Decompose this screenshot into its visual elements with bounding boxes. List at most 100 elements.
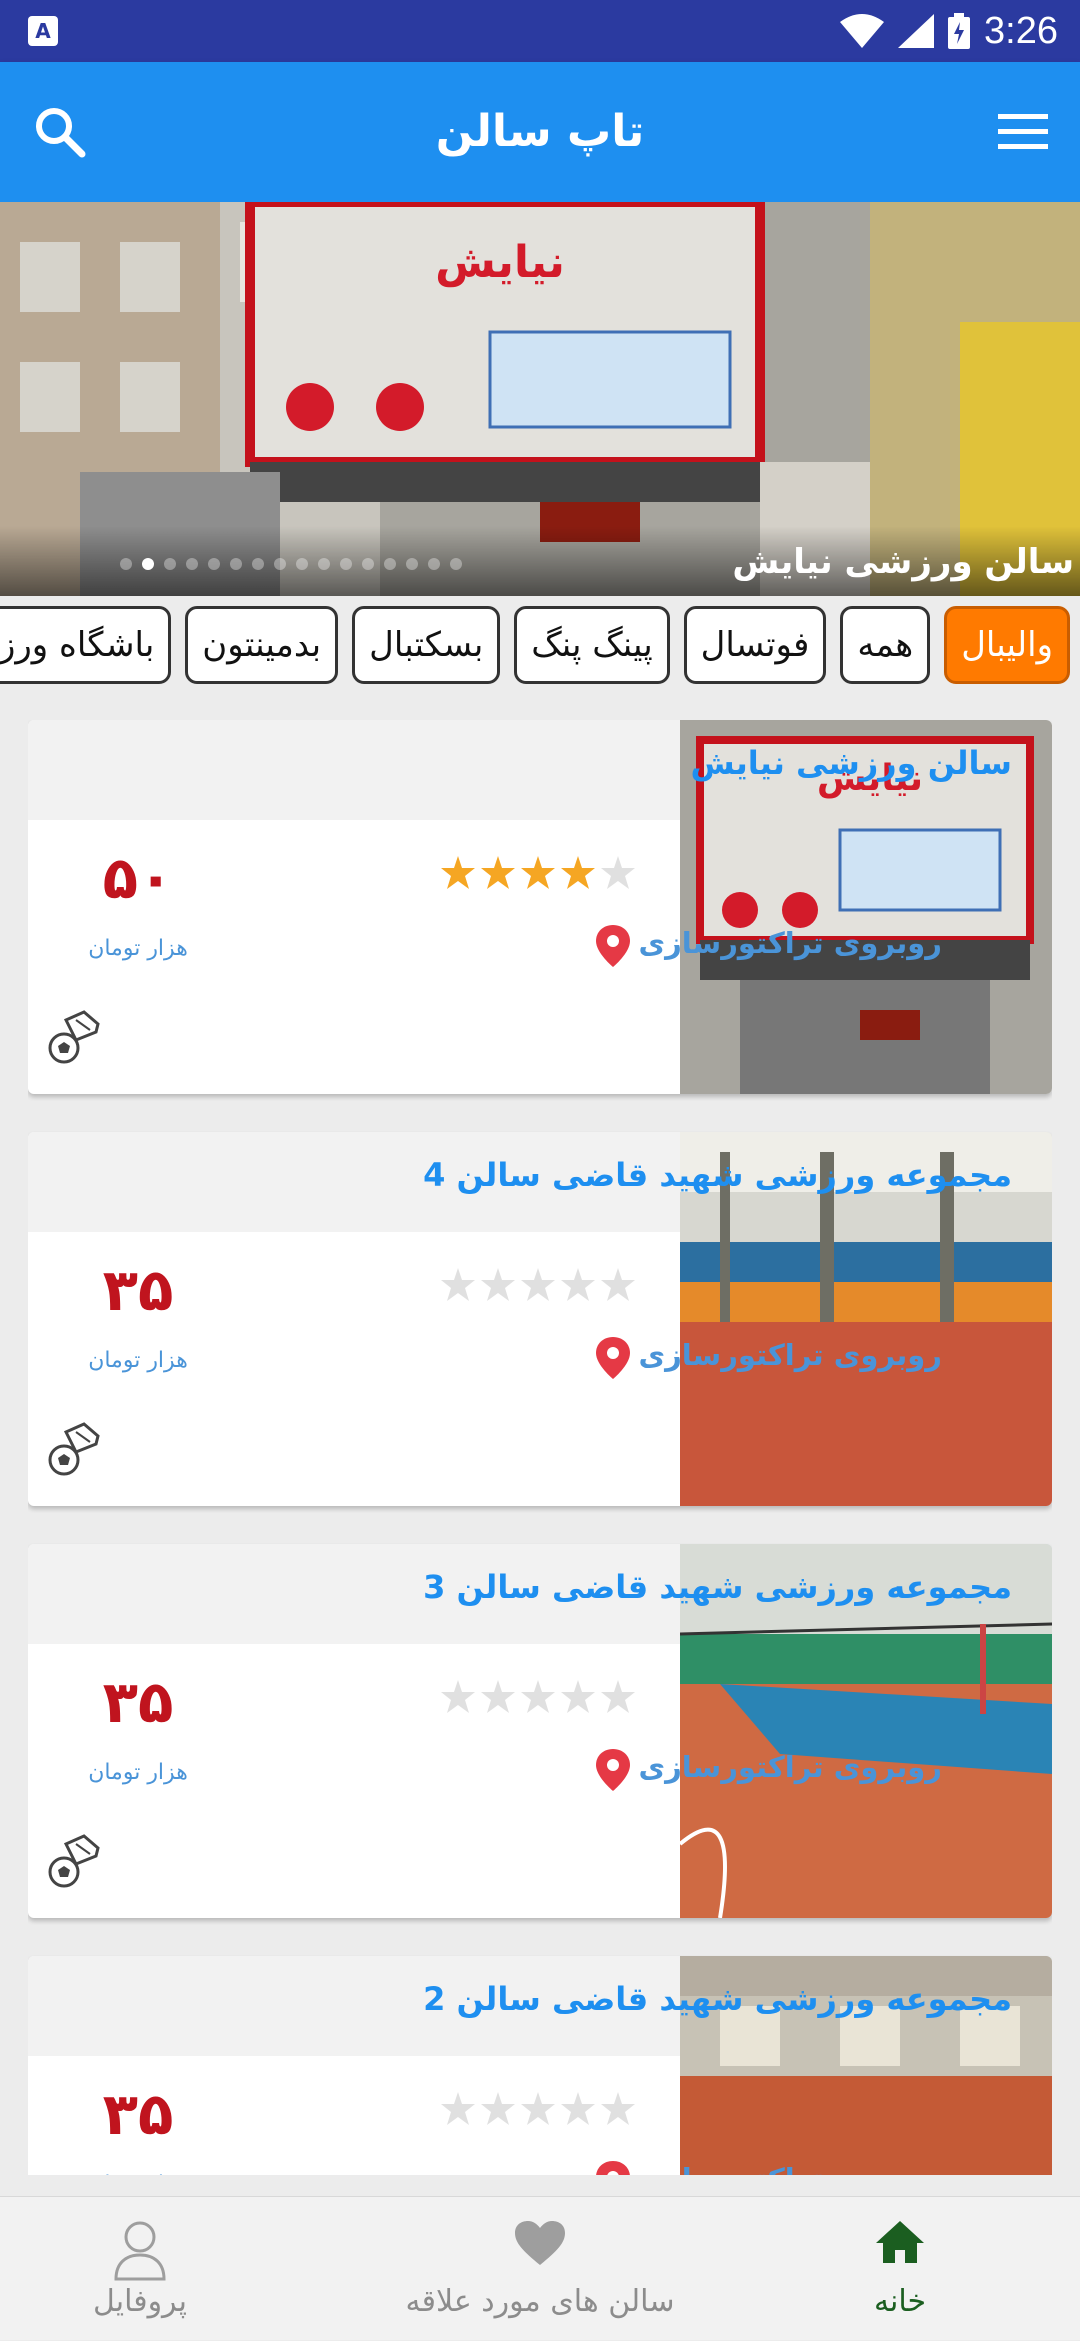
salon-price: ۵۰ [102, 844, 174, 912]
slider-dot[interactable] [208, 558, 220, 570]
slider-dot[interactable] [406, 558, 418, 570]
slider-dot[interactable] [428, 558, 440, 570]
salon-card[interactable]: مجموعه ورزشی شهید قاضی سالن 3 روبروی ترا… [28, 1544, 1052, 1918]
price-unit: هزار تومان [88, 1348, 188, 1373]
salon-card[interactable]: مجموعه ورزشی شهید قاضی سالن 2 روبروی ترا… [28, 1956, 1052, 2175]
salon-list[interactable]: نیایش سالن ورزشی نیایش روبروی تراکتورساز… [28, 720, 1052, 2175]
profile-icon [114, 2221, 166, 2281]
menu-icon[interactable] [996, 110, 1050, 154]
battery-icon [948, 13, 971, 49]
star-icon [481, 856, 515, 889]
salon-address: روبروی تراکتورسازی [638, 1338, 942, 1372]
notification-a-icon: A [28, 16, 58, 46]
nav-profile-label: پروفایل [93, 2284, 187, 2319]
slider-dot[interactable] [252, 558, 264, 570]
filter-chip[interactable]: فوتسال [683, 606, 827, 684]
salon-name: مجموعه ورزشی شهید قاضی سالن 4 [423, 1156, 1012, 1194]
star-icon [481, 1268, 515, 1301]
wifi-icon [840, 14, 885, 48]
star-icon [441, 2092, 475, 2125]
slider-dot[interactable] [384, 558, 396, 570]
price-unit: هزار تومان [88, 936, 188, 961]
app-title: تاپ سالن [435, 106, 645, 157]
sport-filter-bar: والیبال همه فوتسال پینگ پنگ بسکتبال بدمینتون ب… [0, 600, 1080, 690]
star-icon [561, 1680, 595, 1713]
location-pin-icon [596, 925, 630, 967]
star-icon [441, 1268, 475, 1301]
star-icon [521, 1680, 555, 1713]
star-icon [601, 1680, 635, 1713]
star-icon [601, 856, 635, 889]
salon-address: روبروی تراکتورسازی [639, 2162, 942, 2175]
location-pin-icon [596, 2161, 630, 2175]
slider-dot[interactable] [318, 558, 330, 570]
salon-name: مجموعه ورزشی شهید قاضی سالن 3 [423, 1568, 1012, 1606]
status-icons: 3:26 [840, 0, 1058, 62]
unused [780, 2197, 1020, 2341]
location-pin-icon [596, 1749, 630, 1791]
star-icon [521, 856, 555, 889]
salon-name: سالن ورزشی نیایش [690, 744, 1013, 782]
star-icon [521, 2092, 555, 2125]
salon-name: مجموعه ورزشی شهید قاضی سالن 2 [423, 1980, 1012, 2018]
star-icon [481, 2092, 515, 2125]
star-icon [481, 1680, 515, 1713]
slider-indicator [120, 558, 462, 570]
filter-chip[interactable]: والیبال [944, 606, 1070, 684]
star-icon [441, 1680, 475, 1713]
svg-text:نیایش: نیایش [435, 237, 565, 288]
location-pin-icon [596, 1337, 630, 1379]
soccer-shoe-ball-icon [48, 1422, 100, 1476]
nav-profile[interactable]: پروفایل [20, 2197, 260, 2341]
salon-price: ۳۵ [102, 1256, 174, 1324]
slider-dot[interactable] [230, 558, 242, 570]
salon-card[interactable]: نیایش سالن ورزشی نیایش روبروی تراکتورساز… [28, 720, 1052, 1094]
slider-dot[interactable] [450, 558, 462, 570]
nav-favorites-label: سالن های مورد علاقه [405, 2284, 675, 2319]
salon-card[interactable]: مجموعه ورزشی شهید قاضی سالن 4 روبروی ترا… [28, 1132, 1052, 1506]
star-icon [561, 856, 595, 889]
status-bar: A 3:26 [0, 0, 1080, 62]
star-icon [601, 2092, 635, 2125]
signal-icon [898, 14, 935, 48]
slider-dot[interactable] [186, 558, 198, 570]
star-icon [441, 856, 475, 889]
salon-card-header [28, 720, 680, 820]
banner-caption: سالن ورزشی نیایش [732, 542, 1074, 582]
filter-chip[interactable]: همه [840, 606, 931, 684]
star-icon [561, 1268, 595, 1301]
filter-chip[interactable]: بسکتبال [352, 606, 501, 684]
soccer-shoe-ball-icon [48, 1834, 100, 1888]
search-icon[interactable] [30, 102, 90, 162]
rating-stars [441, 2092, 635, 2125]
salon-address: روبروی تراکتورسازی [638, 1750, 942, 1784]
slider-dot[interactable] [340, 558, 352, 570]
slider-dot[interactable] [142, 558, 154, 570]
rating-stars [441, 856, 635, 889]
filter-chip[interactable]: بدمینتون [185, 606, 339, 684]
star-icon [601, 1268, 635, 1301]
slider-dot[interactable] [164, 558, 176, 570]
salon-address: روبروی تراکتورسازی [638, 926, 942, 960]
filter-chip[interactable]: باشگاه ورزشی [0, 606, 172, 684]
rating-stars [441, 1268, 635, 1301]
star-icon [521, 1268, 555, 1301]
nav-favorites[interactable]: سالن های مورد علاقه [380, 2197, 700, 2341]
app-bar: تاپ سالن [0, 62, 1080, 202]
salon-price: ۳۵ [102, 2080, 174, 2148]
price-unit: هزار تومان [88, 1760, 188, 1785]
salon-price: ۳۵ [102, 1668, 174, 1736]
bottom-navigation: خانه سالن های مورد علاقه پروفایل [0, 2196, 1080, 2340]
slider-dot[interactable] [274, 558, 286, 570]
heart-icon [515, 2221, 565, 2265]
banner-slider[interactable]: نیایش سالن ورزشی نیایش [0, 202, 1080, 596]
soccer-shoe-ball-icon [48, 1010, 100, 1064]
rating-stars [441, 1680, 635, 1713]
clock: 3:26 [984, 9, 1058, 52]
star-icon [561, 2092, 595, 2125]
price-unit: هزار تومان [58, 2172, 218, 2175]
slider-dot[interactable] [120, 558, 132, 570]
slider-dot[interactable] [362, 558, 374, 570]
filter-chip[interactable]: پینگ پنگ [514, 606, 670, 684]
slider-dot[interactable] [296, 558, 308, 570]
